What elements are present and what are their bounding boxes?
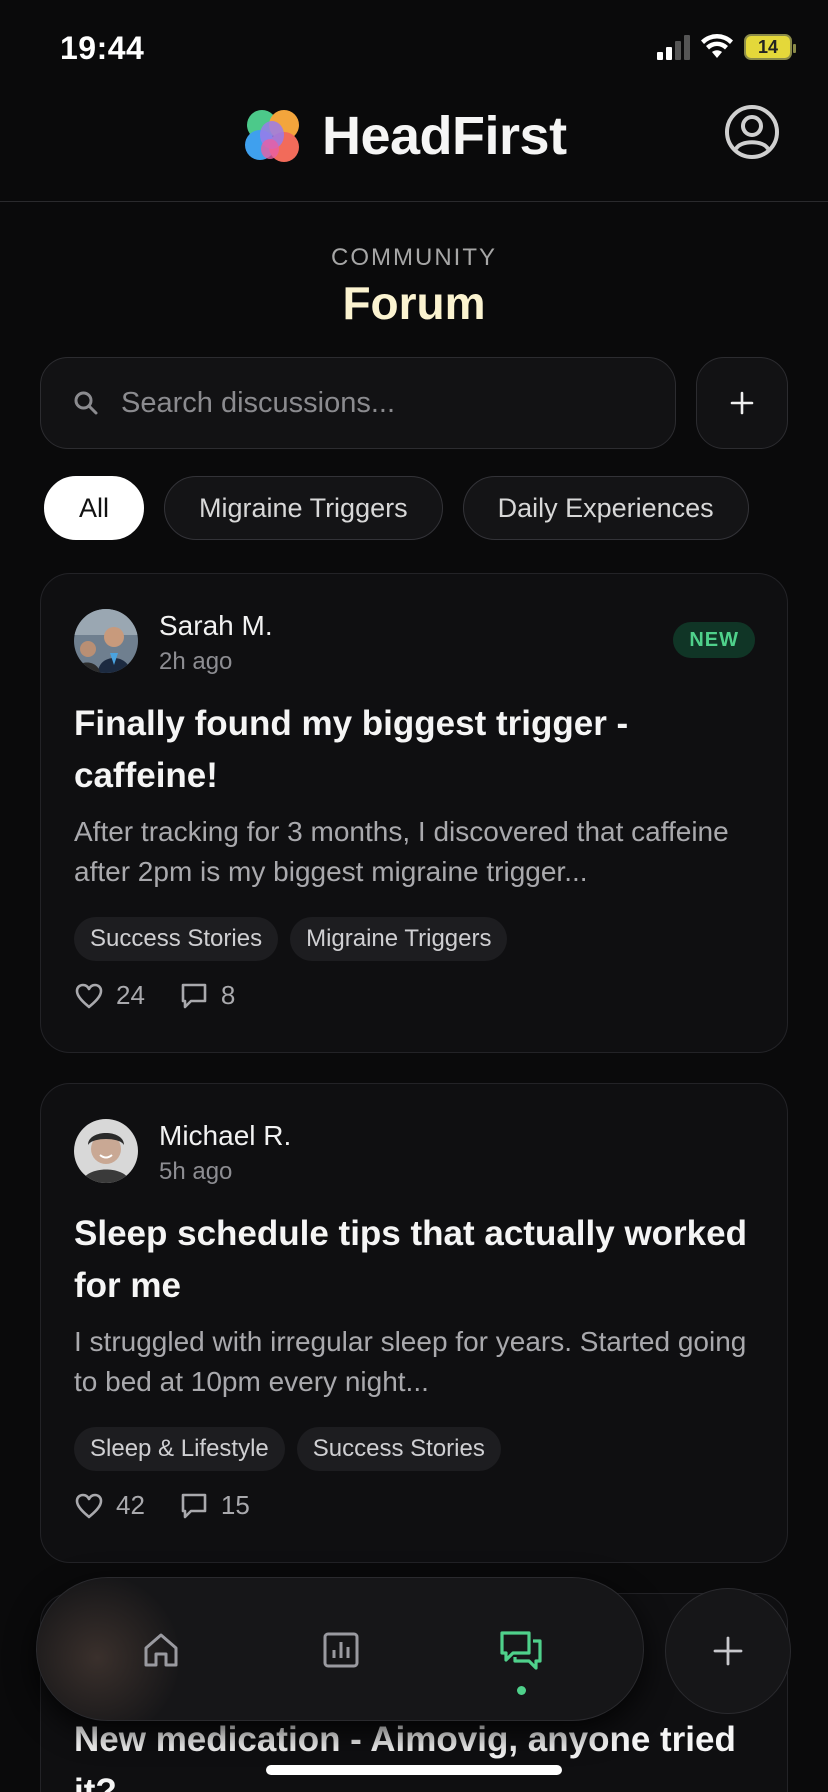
post-author: Michael R. <box>159 1120 292 1151</box>
comment-button[interactable]: 8 <box>179 980 235 1011</box>
filter-chip-all[interactable]: All <box>44 476 145 540</box>
like-button[interactable]: 42 <box>74 1490 145 1521</box>
post-tags: Success Stories Migraine Triggers <box>74 917 508 961</box>
post-tags: Sleep & Lifestyle Success Stories <box>74 1427 501 1471</box>
nav-home[interactable] <box>129 1618 193 1682</box>
battery-icon: 14 <box>744 34 796 60</box>
search-icon <box>74 391 98 415</box>
heart-icon <box>75 983 103 1008</box>
post-excerpt: After tracking for 3 months, I discovere… <box>74 816 729 887</box>
new-badge: NEW <box>673 622 755 658</box>
add-post-button[interactable] <box>696 357 788 449</box>
active-indicator <box>517 1686 526 1695</box>
home-indicator <box>266 1765 562 1775</box>
bottom-nav <box>36 1577 644 1721</box>
nav-forum[interactable] <box>489 1618 553 1682</box>
like-button[interactable]: 24 <box>74 980 145 1011</box>
wifi-icon <box>701 34 733 58</box>
post-author: Sarah M. <box>159 610 273 641</box>
comment-button[interactable]: 15 <box>179 1490 250 1521</box>
status-icons: 14 <box>657 34 796 60</box>
status-bar: 19:44 14 <box>0 0 828 90</box>
post-time: 2h ago <box>159 648 233 675</box>
post-stats: 42 15 <box>74 1490 284 1521</box>
post-title[interactable]: Sleep schedule tips that actually worked… <box>74 1208 754 1312</box>
post-tag[interactable]: Success Stories <box>74 917 279 961</box>
brand: HeadFirst <box>240 105 567 167</box>
search-input[interactable] <box>121 386 621 420</box>
filter-chip-daily-experiences[interactable]: Daily Experiences <box>462 476 749 540</box>
like-count: 24 <box>116 980 145 1010</box>
app-name: HeadFirst <box>322 106 567 166</box>
user-circle-icon <box>725 105 779 159</box>
comment-count: 15 <box>220 1490 250 1520</box>
status-time: 19:44 <box>60 30 145 66</box>
filter-chips: All Migraine Triggers Daily Experiences <box>44 476 749 540</box>
post-title[interactable]: Finally found my biggest trigger - caffe… <box>74 698 754 802</box>
post-card[interactable]: Michael R. 5h ago Sleep schedule tips th… <box>40 1083 788 1563</box>
post-tag[interactable]: Migraine Triggers <box>290 917 508 961</box>
avatar <box>74 1119 138 1183</box>
plus-icon <box>730 391 754 415</box>
post-title[interactable]: New medication - Aimovig, anyone tried i… <box>74 1714 754 1792</box>
post-tag[interactable]: Sleep & Lifestyle <box>74 1427 285 1471</box>
comment-icon <box>181 1493 207 1518</box>
search-box[interactable] <box>40 357 676 449</box>
post-stats: 24 8 <box>74 980 269 1011</box>
home-icon <box>144 1633 178 1667</box>
section-label: COMMUNITY <box>331 244 497 271</box>
post-card[interactable]: Sarah M. 2h ago NEW Finally found my big… <box>40 573 788 1053</box>
filter-chip-migraine-triggers[interactable]: Migraine Triggers <box>164 476 443 540</box>
logo-icon <box>245 110 299 162</box>
comment-icon <box>181 983 207 1008</box>
forum-icon <box>500 1631 542 1670</box>
comment-count: 8 <box>220 980 236 1010</box>
app-header: HeadFirst <box>0 90 828 202</box>
cellular-signal-icon <box>657 34 690 60</box>
create-button[interactable] <box>665 1588 791 1714</box>
heart-icon <box>75 1493 103 1518</box>
post-excerpt: I struggled with irregular sleep for yea… <box>74 1326 747 1397</box>
nav-stats[interactable] <box>309 1618 373 1682</box>
profile-button[interactable] <box>724 104 780 160</box>
stats-icon <box>323 1632 359 1668</box>
post-tag[interactable]: Success Stories <box>296 1427 501 1471</box>
like-count: 42 <box>116 1490 145 1520</box>
page-title: Forum <box>342 277 486 329</box>
plus-icon <box>713 1636 743 1666</box>
post-time: 5h ago <box>159 1158 233 1185</box>
avatar <box>74 609 138 673</box>
